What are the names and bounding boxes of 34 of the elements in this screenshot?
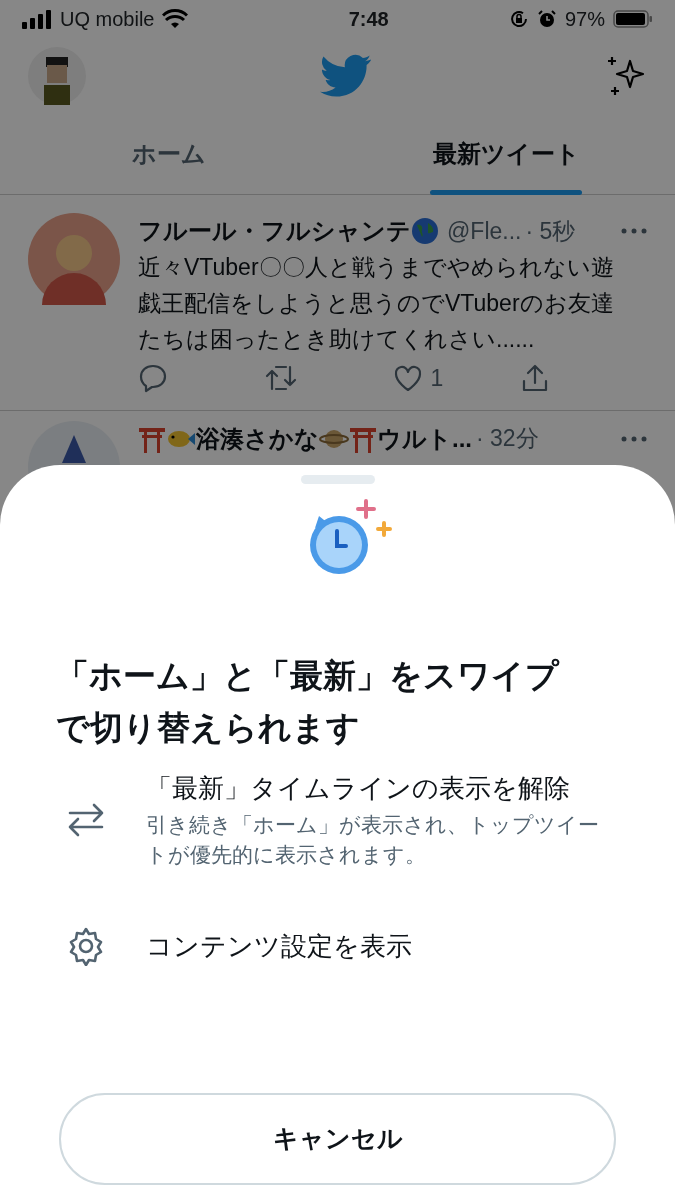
profile-avatar[interactable] — [28, 46, 86, 105]
battery-icon — [613, 9, 653, 29]
user-handle: @Fle... — [447, 216, 522, 246]
menu-item-label: 「最新」タイムラインの表示を解除 — [146, 772, 571, 805]
tweet-text: 近々VTuber〇〇人と戦うまでやめられない遊戯王配信をしようと思うのでVTuberのお友達たちは困ったとき助けてくれさい...... — [138, 253, 615, 354]
like-count: 1 — [430, 364, 444, 393]
clock-time: 7:48 — [347, 7, 390, 32]
cancel-button[interactable]: キャンセル — [59, 1093, 616, 1185]
sparkle-icon[interactable] — [605, 54, 647, 97]
sheet-title: 「ホーム」と「最新」をスワイプで切り替えられます — [55, 656, 561, 748]
reply-icon[interactable] — [138, 363, 168, 394]
carrier-name: UQ mobile — [60, 7, 155, 32]
tweet-time: · 32分 — [476, 424, 539, 454]
menu-item-description: 引き続き「ホーム」が表示され、トップツイートが優先的に表示されます。 — [146, 812, 600, 868]
battery-percent: 97% — [564, 7, 605, 32]
bird-logo — [319, 53, 372, 98]
globe-icon — [411, 217, 439, 245]
wifi-icon — [162, 9, 189, 29]
alarm-icon — [536, 9, 557, 29]
heart-icon[interactable] — [392, 364, 423, 393]
menu-item-label: コンテンツ設定を表示 — [146, 930, 412, 963]
menu-item[interactable]: コンテンツ設定を表示 — [0, 926, 620, 966]
signal-icon — [22, 9, 52, 29]
user-name: 浴湊さかな — [196, 423, 319, 454]
more-icon[interactable] — [621, 228, 647, 234]
drag-handle[interactable] — [300, 475, 375, 484]
user-name: ウルト... — [377, 423, 472, 454]
menu-item[interactable]: 「最新」タイムラインの表示を解除 引き続き「ホーム」が表示され、トップツイートが優先的に表示されます。 — [0, 770, 620, 870]
timeline-tab[interactable]: 最新ツイート — [337, 113, 675, 195]
swap-arrows-icon — [66, 802, 106, 838]
tweet-time: · 5秒 — [525, 216, 576, 246]
more-icon[interactable] — [621, 435, 647, 442]
rotation-lock-icon — [508, 9, 529, 29]
user-name: フルール・フルシャンテ — [138, 216, 411, 246]
